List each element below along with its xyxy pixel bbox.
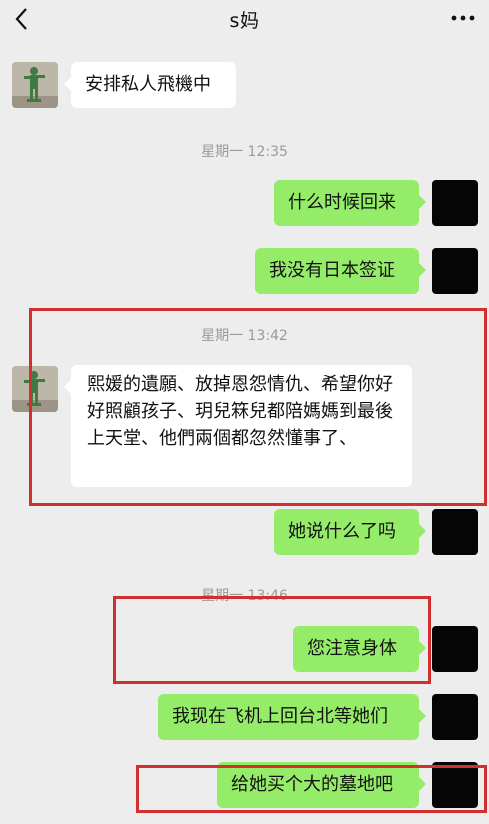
highlight-box <box>136 765 487 813</box>
message-text: 我没有日本签证 <box>269 260 395 281</box>
message-bubble-sent[interactable]: 她说什么了吗 <box>274 509 426 555</box>
message-text: 我现在飞机上回台北等她们 <box>172 706 388 727</box>
my-avatar[interactable] <box>432 248 478 294</box>
contact-avatar[interactable] <box>12 62 58 108</box>
my-avatar[interactable] <box>432 509 478 555</box>
chat-header: s妈 <box>0 0 489 40</box>
message-text: 她说什么了吗 <box>288 521 396 542</box>
message-text: 安排私人飛機中 <box>85 74 211 95</box>
chat-title: s妈 <box>229 10 260 32</box>
my-avatar[interactable] <box>432 626 478 672</box>
my-avatar[interactable] <box>432 694 478 740</box>
message-text: 什么时候回来 <box>288 192 396 213</box>
message-bubble-sent[interactable]: 什么时候回来 <box>274 180 426 226</box>
timestamp: 星期一 12:35 <box>201 144 288 160</box>
more-dots-icon[interactable] <box>451 13 475 23</box>
message-bubble-sent[interactable]: 我现在飞机上回台北等她们 <box>158 694 426 740</box>
highlight-box <box>113 596 431 684</box>
my-avatar[interactable] <box>432 180 478 226</box>
message-bubble-sent[interactable]: 我没有日本签证 <box>255 248 426 294</box>
highlight-box <box>29 308 487 506</box>
figure-avatar-icon <box>12 62 58 108</box>
message-bubble-received[interactable]: 安排私人飛機中 <box>64 62 236 108</box>
